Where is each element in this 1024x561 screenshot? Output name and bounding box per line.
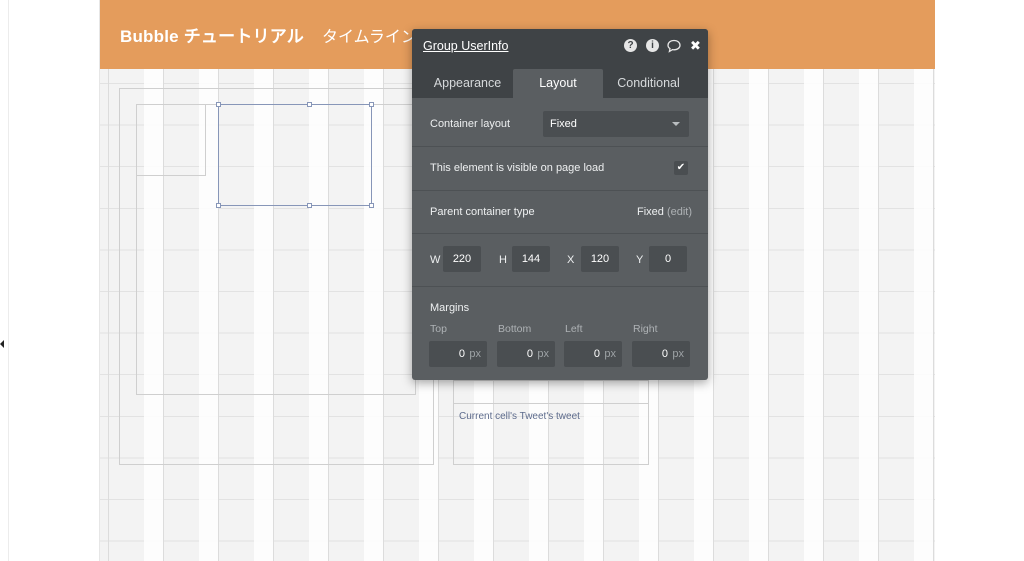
height-label: H [499, 254, 507, 266]
margin-right-value: 0 [661, 348, 668, 360]
resize-handle-tr[interactable] [369, 102, 374, 107]
panel-title-bar[interactable]: Group UserInfo ? i ✖ [412, 29, 708, 62]
close-icon[interactable]: ✖ [690, 38, 701, 54]
comment-icon[interactable] [667, 39, 681, 53]
margin-right-input[interactable]: 0 px [632, 341, 690, 367]
resize-handle-br[interactable] [369, 203, 374, 208]
tab-appearance[interactable]: Appearance [422, 69, 513, 98]
parent-type-value-text: Fixed [637, 206, 664, 218]
y-label: Y [636, 254, 644, 266]
width-label: W [430, 254, 441, 266]
margin-top-input[interactable]: 0 px [429, 341, 487, 367]
margin-bottom-label: Bottom [498, 323, 532, 335]
tab-conditional[interactable]: Conditional [603, 69, 694, 98]
visible-on-load-label: This element is visible on page load [430, 162, 605, 174]
resize-handle-b[interactable] [307, 203, 312, 208]
margin-unit: px [672, 348, 684, 360]
width-input[interactable]: 220 [443, 246, 481, 272]
help-icon[interactable]: ? [624, 39, 637, 52]
container-layout-dropdown[interactable]: Fixed [543, 111, 689, 137]
cell-header-outline[interactable] [453, 380, 649, 404]
chevron-down-icon [672, 122, 680, 126]
info-icon[interactable]: i [646, 39, 659, 52]
margin-left-input[interactable]: 0 px [564, 341, 622, 367]
parent-type-edit-link[interactable]: (edit) [667, 206, 692, 218]
x-label: X [567, 254, 575, 266]
canvas-left-divider [8, 0, 9, 561]
margin-bottom-value: 0 [526, 348, 533, 360]
container-layout-label: Container layout [430, 118, 511, 130]
height-input[interactable]: 144 [512, 246, 550, 272]
visible-on-load-checkbox[interactable]: ✔ [674, 161, 688, 175]
parent-container-type-value: Fixed (edit) [637, 206, 692, 218]
margin-left-value: 0 [593, 348, 600, 360]
brand-title[interactable]: Bubble チュートリアル [120, 22, 304, 47]
margin-unit: px [469, 348, 481, 360]
margin-left-label: Left [565, 323, 583, 335]
parent-container-type-label: Parent container type [430, 206, 535, 218]
margin-top-label: Top [430, 323, 447, 335]
tweet-text-element[interactable]: Current cell's Tweet's tweet [459, 411, 580, 422]
nav-timeline-link[interactable]: タイムライン [322, 23, 417, 47]
tab-layout[interactable]: Layout [513, 69, 603, 98]
divider [412, 286, 708, 287]
resize-handle-tl[interactable] [216, 102, 221, 107]
resize-handle-bl[interactable] [216, 203, 221, 208]
x-input[interactable]: 120 [581, 246, 619, 272]
property-editor-panel[interactable]: Group UserInfo ? i ✖ Appearance Layout C… [412, 29, 708, 380]
container-layout-value: Fixed [550, 118, 577, 130]
element-name-link[interactable]: Group UserInfo [423, 39, 508, 53]
collapse-arrow-icon[interactable] [0, 340, 4, 348]
margin-bottom-input[interactable]: 0 px [497, 341, 555, 367]
y-input[interactable]: 0 [649, 246, 687, 272]
margin-right-label: Right [633, 323, 658, 335]
selected-group-userinfo[interactable] [218, 104, 372, 206]
panel-tabs: Appearance Layout Conditional [412, 62, 708, 98]
margin-top-value: 0 [458, 348, 465, 360]
divider [412, 233, 708, 234]
image-element-outline[interactable] [136, 104, 206, 176]
margin-unit: px [537, 348, 549, 360]
margins-title: Margins [430, 302, 470, 314]
resize-handle-t[interactable] [307, 102, 312, 107]
margin-unit: px [604, 348, 616, 360]
divider [412, 190, 708, 191]
divider [412, 146, 708, 147]
